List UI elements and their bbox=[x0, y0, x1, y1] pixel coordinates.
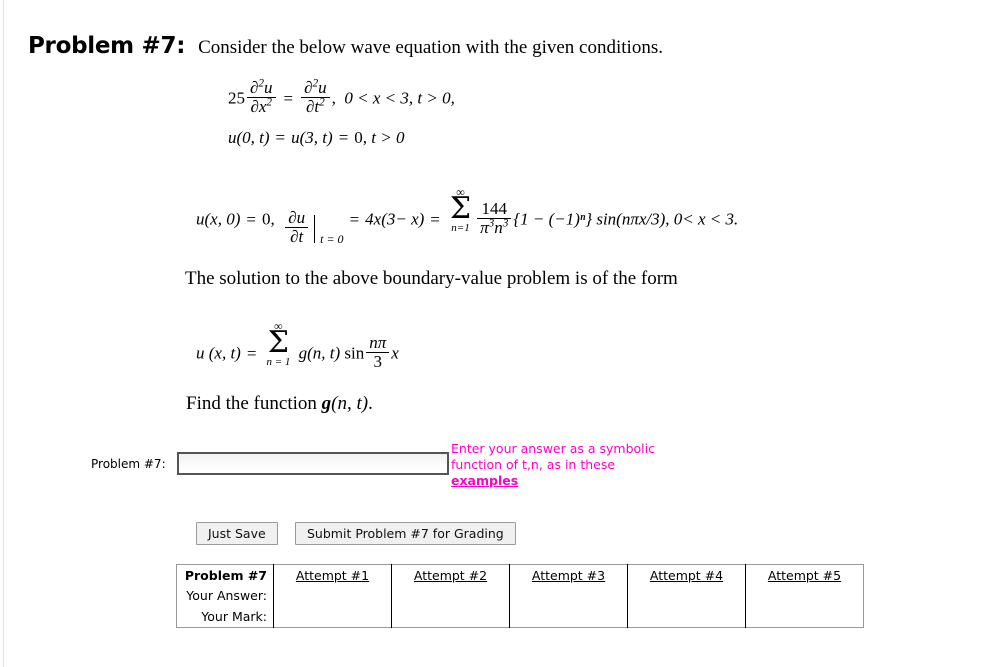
your-answer-cell-4 bbox=[627, 585, 746, 606]
attempt-column-header-2[interactable]: Attempt #2 bbox=[391, 564, 510, 585]
ic-sum-lower-limit: n=1 bbox=[451, 221, 470, 234]
ic-derivative-fraction: ∂u ∂t bbox=[285, 207, 309, 247]
equation-wave-pde: 25 ∂2u ∂x2 = ∂2u ∂t2, 0 < x < 3, t > 0, bbox=[228, 77, 455, 117]
your-answer-cell-1 bbox=[273, 585, 392, 606]
equation-solution-form: u (x, t) = ∞ Σn = 1 g(n, t) sin nπ 3 x bbox=[196, 320, 399, 372]
table-row-your-answer: Your Answer: bbox=[176, 585, 864, 606]
form-summation: ∞ Σn = 1 bbox=[266, 320, 290, 368]
ic-coefficient-fraction: 144 π3n3 bbox=[477, 199, 512, 238]
bc-left: u(0, t) bbox=[228, 128, 270, 147]
your-mark-cell-5 bbox=[746, 606, 864, 628]
your-answer-cell-5 bbox=[746, 585, 864, 606]
bc-domain-t: t > 0 bbox=[371, 128, 405, 147]
page-left-rule bbox=[3, 0, 4, 667]
solution-description-text: The solution to the above boundary-value… bbox=[185, 268, 678, 289]
attempt-column-header-4[interactable]: Attempt #4 bbox=[627, 564, 746, 585]
bc-equals-2: = bbox=[338, 128, 349, 147]
examples-link[interactable]: examples bbox=[451, 473, 518, 488]
pde-domain-x: 0 < x < 3, bbox=[344, 88, 414, 108]
problem-number-label: Problem #7: bbox=[28, 33, 186, 59]
attempt-5-link[interactable]: Attempt #5 bbox=[768, 568, 841, 583]
ic-expression: 4x(3− x) bbox=[365, 209, 425, 229]
pde-lhs-denominator: ∂x2 bbox=[247, 97, 276, 116]
problem-prompt-text: Consider the below wave equation with th… bbox=[198, 37, 663, 58]
equation-boundary-conditions: u(0, t) = u(3, t) = 0, t > 0 bbox=[228, 128, 404, 148]
find-prefix: Find the function bbox=[186, 393, 322, 414]
ic-sine-term: sin(nπx/3), bbox=[596, 209, 670, 229]
pde-rhs-denominator: ∂t2 bbox=[301, 97, 330, 116]
ic-domain: 0< x < 3. bbox=[673, 209, 739, 229]
form-trailing-x: x bbox=[391, 343, 399, 363]
find-function-text: Find the function g(n, t). bbox=[186, 393, 373, 415]
form-sigma-icon: Σ bbox=[267, 325, 290, 360]
bc-value: 0, bbox=[354, 128, 368, 147]
answer-hint: Enter your answer as a symbolic function… bbox=[451, 441, 681, 489]
ic-eval-at: t = 0 bbox=[320, 232, 344, 247]
ic-zero: 0, bbox=[261, 209, 275, 229]
ic-summation: ∞ Σn=1 bbox=[450, 186, 471, 234]
pde-lhs-numerator: ∂2u bbox=[250, 77, 273, 97]
find-function-name: g bbox=[321, 393, 332, 414]
bc-equals-1: = bbox=[275, 128, 286, 147]
pde-rhs-fraction: ∂2u ∂t2 bbox=[301, 77, 330, 117]
attempt-2-link[interactable]: Attempt #2 bbox=[414, 568, 487, 583]
form-lhs: u (x, t) bbox=[196, 343, 241, 363]
ic-derivative-denominator: ∂t bbox=[285, 226, 309, 246]
hint-line-1: Enter your answer as a symbolic bbox=[451, 441, 655, 456]
hint-line-2: function of t,n, as in these bbox=[451, 457, 616, 472]
form-sin: sin bbox=[344, 343, 365, 363]
form-argument-numerator: nπ bbox=[369, 333, 387, 353]
attempts-table: Problem #7 Attempt #1 Attempt #2 Attempt… bbox=[176, 564, 864, 628]
equation-initial-conditions: u(x, 0) = 0, ∂u ∂t t = 0= 4x(3− x) = ∞ Σn=1 144 π3… bbox=[196, 186, 738, 247]
ic-coefficient-numerator: 144 bbox=[481, 199, 507, 219]
pde-lhs-fraction: ∂2u ∂x2 bbox=[247, 77, 276, 117]
attempt-column-header-1[interactable]: Attempt #1 bbox=[273, 564, 392, 585]
ic-equals-1: = bbox=[246, 209, 256, 229]
pde-domain-t: t > 0, bbox=[417, 88, 455, 108]
your-mark-cell-4 bbox=[627, 606, 746, 628]
ic-brace-expression: {1 − (−1)ⁿ} bbox=[513, 209, 593, 229]
attempt-1-link[interactable]: Attempt #1 bbox=[296, 568, 369, 583]
attempt-column-header-5[interactable]: Attempt #5 bbox=[746, 565, 864, 586]
your-answer-cell-3 bbox=[509, 585, 628, 606]
just-save-button[interactable]: Just Save bbox=[196, 522, 278, 545]
pde-equals: = bbox=[283, 88, 294, 108]
find-function-args: (n, t) bbox=[331, 393, 369, 414]
pde-comma: , bbox=[331, 88, 336, 108]
your-mark-cell-3 bbox=[509, 606, 628, 628]
ic-coefficient-denominator: π3n3 bbox=[477, 218, 512, 237]
attempt-3-link[interactable]: Attempt #3 bbox=[532, 568, 605, 583]
your-mark-cell-1 bbox=[273, 606, 392, 628]
your-answer-label: Your Answer: bbox=[176, 585, 274, 606]
problem-header: Problem #7: Consider the below wave equa… bbox=[28, 33, 663, 59]
ic-derivative-numerator: ∂u bbox=[288, 207, 306, 227]
ic-equals-3: = bbox=[430, 209, 440, 229]
find-suffix: . bbox=[368, 393, 373, 414]
form-argument-fraction: nπ 3 bbox=[366, 333, 390, 372]
table-row-header: Problem #7 Attempt #1 Attempt #2 Attempt… bbox=[176, 564, 864, 586]
ic-equals-2: = bbox=[349, 209, 360, 229]
ic-eval-bar bbox=[314, 215, 316, 244]
form-argument-denominator: 3 bbox=[366, 352, 390, 371]
ic-u-initial: u(x, 0) bbox=[196, 209, 241, 229]
pde-coefficient: 25 bbox=[228, 88, 245, 108]
bc-mid: u(3, t) bbox=[291, 128, 333, 147]
ic-derivative-eval: ∂u ∂t t = 0 bbox=[283, 207, 344, 248]
your-mark-label: Your Mark: bbox=[176, 606, 274, 628]
table-row-your-mark: Your Mark: bbox=[176, 606, 864, 628]
your-mark-cell-2 bbox=[391, 606, 510, 628]
attempt-column-header-3[interactable]: Attempt #3 bbox=[509, 564, 628, 585]
attempts-table-corner-label: Problem #7 bbox=[176, 564, 274, 585]
answer-input[interactable] bbox=[177, 452, 449, 475]
your-answer-cell-2 bbox=[391, 585, 510, 606]
ic-sigma-icon: Σ bbox=[449, 191, 472, 226]
answer-field-label: Problem #7: bbox=[91, 457, 166, 471]
form-g-function: g(n, t) bbox=[298, 343, 341, 363]
submit-for-grading-button[interactable]: Submit Problem #7 for Grading bbox=[295, 522, 516, 545]
pde-rhs-numerator: ∂2u bbox=[304, 77, 327, 97]
form-equals: = bbox=[246, 343, 257, 363]
form-sum-lower-limit: n = 1 bbox=[266, 355, 291, 368]
attempt-4-link[interactable]: Attempt #4 bbox=[650, 568, 723, 583]
